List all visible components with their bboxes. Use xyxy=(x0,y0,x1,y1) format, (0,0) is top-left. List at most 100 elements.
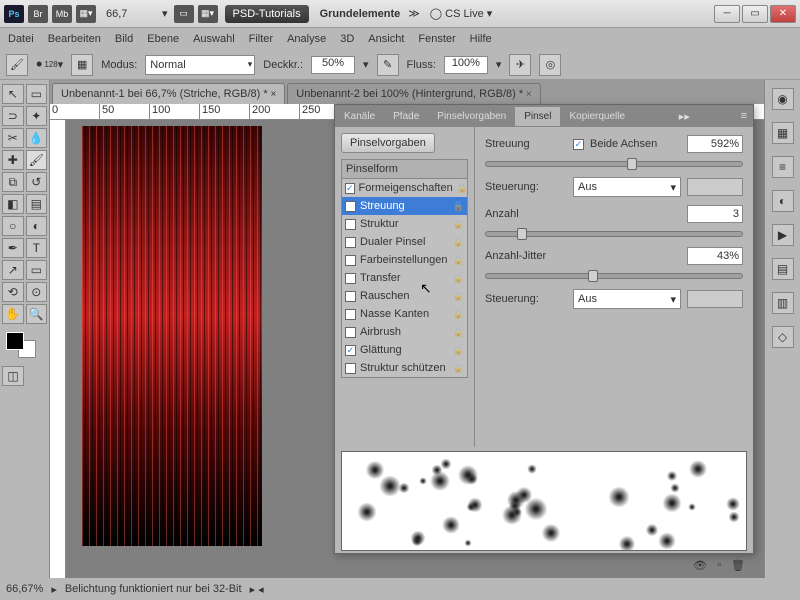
menu-auswahl[interactable]: Auswahl xyxy=(193,33,235,45)
layers-panel-icon[interactable]: ▤ xyxy=(772,258,794,280)
checkbox-icon[interactable] xyxy=(345,273,356,284)
menu-ansicht[interactable]: Ansicht xyxy=(368,33,404,45)
menu-hilfe[interactable]: Hilfe xyxy=(470,33,492,45)
checkbox-icon[interactable] xyxy=(345,291,356,302)
pen-tool[interactable]: ✒ xyxy=(2,238,24,258)
menu-ebene[interactable]: Ebene xyxy=(147,33,179,45)
steuerung-select-1[interactable]: Aus xyxy=(573,177,681,197)
status-zoom[interactable]: 66,67% xyxy=(6,583,43,595)
pinselvorgaben-button[interactable]: Pinselvorgaben xyxy=(341,133,435,153)
deckkraft-input[interactable]: 50% xyxy=(311,56,355,74)
stamp-tool[interactable]: ⧉ xyxy=(2,172,24,192)
pinselform-header[interactable]: Pinselform xyxy=(342,160,467,179)
zoom-display[interactable]: 66,7 xyxy=(106,8,156,20)
trash-icon[interactable]: 🗑 xyxy=(731,559,745,572)
jitter-value[interactable]: 43% xyxy=(687,247,743,265)
quickmask-button[interactable]: ◫ xyxy=(2,366,24,386)
brush-option-0[interactable]: ✓Formeigenschaften🔒 xyxy=(342,179,467,197)
menu-datei[interactable]: Datei xyxy=(8,33,34,45)
eyedropper-tool[interactable]: 💧 xyxy=(26,128,48,148)
brush-panel-icon[interactable]: ▦ xyxy=(71,54,93,76)
tab-pfade[interactable]: Pfade xyxy=(384,107,428,126)
checkbox-icon[interactable]: ✓ xyxy=(345,183,355,194)
brush-option-8[interactable]: Airbrush🔒 xyxy=(342,323,467,341)
checkbox-icon[interactable] xyxy=(345,363,356,374)
crop-tool[interactable]: ✂ xyxy=(2,128,24,148)
brush-option-6[interactable]: Rauschen🔒 xyxy=(342,287,467,305)
maximize-button[interactable]: ▭ xyxy=(742,5,768,23)
checkbox-icon[interactable]: ✓ xyxy=(345,345,356,356)
cslive-button[interactable]: CS Live xyxy=(445,8,484,20)
panel-collapse-icon[interactable]: ▸▸ xyxy=(673,110,696,123)
move-tool[interactable]: ↖ xyxy=(2,84,24,104)
menu-3d[interactable]: 3D xyxy=(340,33,354,45)
menu-analyse[interactable]: Analyse xyxy=(287,33,326,45)
doc-tab-1[interactable]: Unbenannt-1 bei 66,7% (Striche, RGB/8) *… xyxy=(52,83,285,104)
close-button[interactable]: ✕ xyxy=(770,5,796,23)
modus-select[interactable]: Normal xyxy=(145,55,255,75)
anzahl-slider[interactable] xyxy=(485,231,743,237)
brush-option-10[interactable]: Struktur schützen🔒 xyxy=(342,359,467,377)
actions-panel-icon[interactable]: ▶ xyxy=(772,224,794,246)
path-tool[interactable]: ↗ xyxy=(2,260,24,280)
swatches-panel-icon[interactable]: ▦ xyxy=(772,122,794,144)
anzahl-value[interactable]: 3 xyxy=(687,205,743,223)
brush-tool-icon[interactable]: 🖌 xyxy=(6,54,28,76)
brush-option-5[interactable]: Transfer🔒 xyxy=(342,269,467,287)
chevron-right-icon[interactable]: ≫ xyxy=(408,7,420,20)
dodge-tool[interactable]: ◐ xyxy=(26,216,48,236)
adjustments-panel-icon[interactable]: ◐ xyxy=(772,190,794,212)
doc-tab-2[interactable]: Unbenannt-2 bei 100% (Hintergrund, RGB/8… xyxy=(287,83,540,104)
blur-tool[interactable]: ○ xyxy=(2,216,24,236)
channels-panel-icon[interactable]: ▥ xyxy=(772,292,794,314)
shape-tool[interactable]: ▭ xyxy=(26,260,48,280)
toggle-preview-icon[interactable]: 👁 xyxy=(693,559,707,572)
layout-icon[interactable]: ▦▾ xyxy=(76,5,96,23)
minibridge-icon[interactable]: Mb xyxy=(52,5,72,23)
checkbox-icon[interactable]: ✓ xyxy=(345,201,356,212)
history-brush-tool[interactable]: ↺ xyxy=(26,172,48,192)
brush-option-1[interactable]: ✓Streuung🔒 xyxy=(342,197,467,215)
airbrush-icon[interactable]: ✈ xyxy=(509,54,531,76)
hand-tool[interactable]: ✋ xyxy=(2,304,24,324)
fluss-input[interactable]: 100% xyxy=(444,56,488,74)
brush-option-2[interactable]: Struktur🔒 xyxy=(342,215,467,233)
brush-tool[interactable]: 🖌 xyxy=(26,150,48,170)
new-brush-icon[interactable]: ▫ xyxy=(717,559,721,571)
paths-panel-icon[interactable]: ◇ xyxy=(772,326,794,348)
lasso-tool[interactable]: ⊃ xyxy=(2,106,24,126)
brand-badge[interactable]: PSD-Tutorials xyxy=(225,5,309,23)
tab-kopierquelle[interactable]: Kopierquelle xyxy=(560,107,634,126)
wand-tool[interactable]: ✦ xyxy=(26,106,48,126)
beide-achsen-checkbox[interactable]: ✓ xyxy=(573,139,584,150)
menu-bild[interactable]: Bild xyxy=(115,33,133,45)
brush-option-4[interactable]: Farbeinstellungen🔒 xyxy=(342,251,467,269)
heal-tool[interactable]: ✚ xyxy=(2,150,24,170)
checkbox-icon[interactable] xyxy=(345,219,356,230)
brush-option-9[interactable]: ✓Glättung🔒 xyxy=(342,341,467,359)
camera3d-tool[interactable]: ⊙ xyxy=(26,282,48,302)
checkbox-icon[interactable] xyxy=(345,255,356,266)
brush-size-display[interactable]: 128 xyxy=(44,60,57,69)
menu-bearbeiten[interactable]: Bearbeiten xyxy=(48,33,101,45)
arrange-icon[interactable]: ▦▾ xyxy=(198,5,218,23)
rotate3d-tool[interactable]: ⟲ xyxy=(2,282,24,302)
brush-option-7[interactable]: Nasse Kanten🔒 xyxy=(342,305,467,323)
gradient-tool[interactable]: ▤ xyxy=(26,194,48,214)
streuung-value[interactable]: 592% xyxy=(687,135,743,153)
steuerung-select-2[interactable]: Aus xyxy=(573,289,681,309)
tab-pinselvorgaben[interactable]: Pinselvorgaben xyxy=(428,107,515,126)
panel-menu-icon[interactable]: ≡ xyxy=(735,110,753,122)
minimize-button[interactable]: ─ xyxy=(714,5,740,23)
tab-kanaele[interactable]: Kanäle xyxy=(335,107,384,126)
streuung-slider[interactable] xyxy=(485,161,743,167)
jitter-slider[interactable] xyxy=(485,273,743,279)
menu-fenster[interactable]: Fenster xyxy=(418,33,455,45)
tablet-opacity-icon[interactable]: ✎ xyxy=(377,54,399,76)
screen-mode-icon[interactable]: ▭ xyxy=(174,5,194,23)
eraser-tool[interactable]: ◧ xyxy=(2,194,24,214)
ps-icon[interactable]: Ps xyxy=(4,5,24,23)
type-tool[interactable]: T xyxy=(26,238,48,258)
checkbox-icon[interactable] xyxy=(345,309,356,320)
brush-option-3[interactable]: Dualer Pinsel🔒 xyxy=(342,233,467,251)
